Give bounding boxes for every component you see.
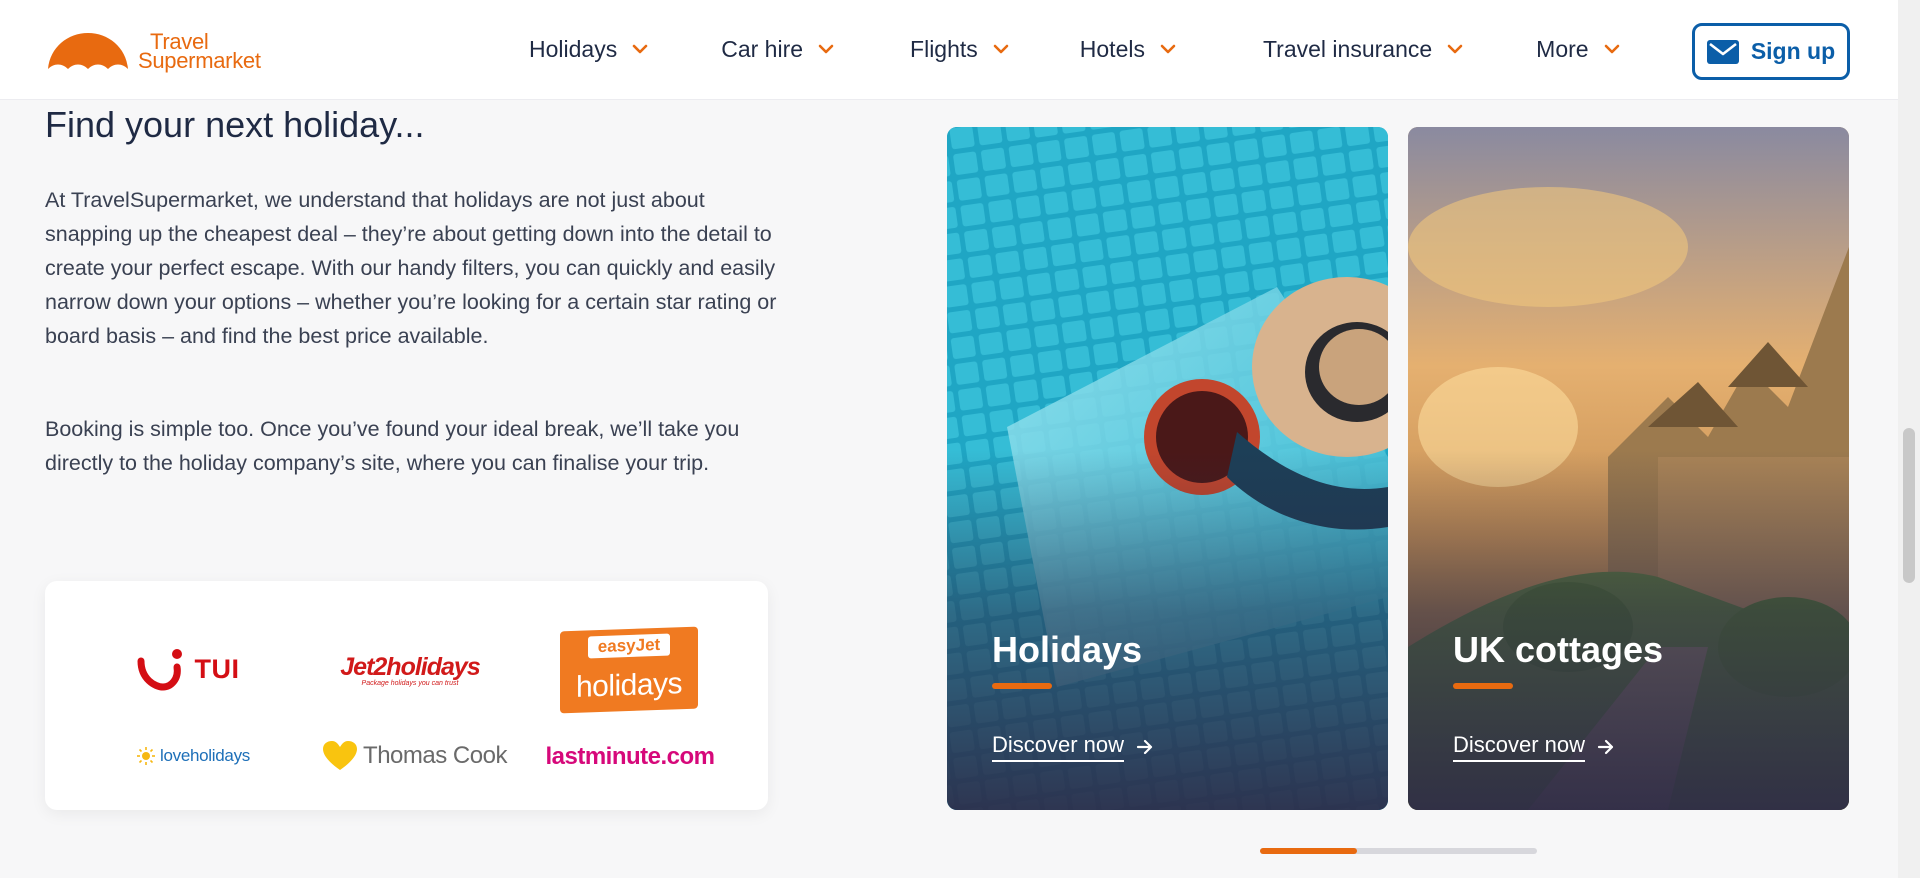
carousel-progress-fill xyxy=(1260,848,1357,854)
chevron-down-icon xyxy=(818,44,834,54)
uk-cottages-card[interactable]: UK cottages Discover now xyxy=(1408,127,1849,810)
nav-item-holidays[interactable]: Holidays xyxy=(529,36,649,63)
nav-item-label: Flights xyxy=(910,35,978,62)
arrow-right-icon xyxy=(1597,739,1614,755)
discover-now-label: Discover now xyxy=(1453,732,1586,762)
discover-now-label: Discover now xyxy=(992,732,1125,762)
logo-line2: Supermarket xyxy=(138,48,261,73)
chevron-down-icon xyxy=(993,44,1009,54)
holidays-card[interactable]: Holidays Discover now xyxy=(947,127,1388,810)
carousel-progress-bar[interactable] xyxy=(1260,848,1537,854)
card-title: UK cottages xyxy=(1453,629,1664,670)
title-underline xyxy=(1453,683,1513,689)
intro-paragraph-2: Booking is simple too. Once you’ve found… xyxy=(45,417,740,475)
jet2-wordmark: Jet2holidays xyxy=(340,653,480,681)
partner-logos-panel: TUI Jet2holidays Package holidays you ca… xyxy=(45,581,768,810)
easyjet-wordmark: easyJet xyxy=(587,633,671,659)
nav-item-travel-insurance[interactable]: Travel insurance xyxy=(1263,36,1464,63)
nav-item-label: Car hire xyxy=(721,35,804,62)
easyjet-badge: easyJet holidays xyxy=(560,626,698,714)
nav-item-label: More xyxy=(1536,35,1589,62)
loveholidays-logo: loveholidays xyxy=(123,741,263,771)
heart-icon xyxy=(323,741,358,770)
sign-up-button[interactable]: Sign up xyxy=(1692,23,1850,80)
loveholidays-wordmark: loveholidays xyxy=(160,746,250,765)
tui-smile-icon xyxy=(137,649,182,691)
chevron-down-icon xyxy=(632,44,648,54)
jet2-tagline: Package holidays you can trust xyxy=(361,680,459,687)
page-scrollbar[interactable] xyxy=(1898,0,1920,878)
main-nav: Holidays Car hire Flights Hotels Travel … xyxy=(529,0,1621,98)
nav-item-car-hire[interactable]: Car hire xyxy=(721,36,835,63)
travelsupermarket-logo[interactable]: Travel Supermarket xyxy=(44,28,261,74)
nav-item-label: Holidays xyxy=(529,35,618,62)
tui-logo: TUI xyxy=(133,641,243,697)
discover-now-link[interactable]: Discover now xyxy=(992,732,1154,762)
arrow-right-icon xyxy=(1136,739,1153,755)
chevron-down-icon xyxy=(1160,44,1176,54)
nav-item-flights[interactable]: Flights xyxy=(910,36,1010,63)
logo-wordmark: Travel Supermarket xyxy=(138,31,261,73)
section-heading: Find your next holiday... xyxy=(45,104,425,145)
sun-icon xyxy=(137,747,156,765)
envelope-icon xyxy=(1706,39,1739,64)
chevron-down-icon xyxy=(1604,44,1619,54)
site-header: Travel Supermarket Holidays Car hire Fli… xyxy=(0,0,1898,100)
tui-wordmark: TUI xyxy=(194,653,240,684)
card-title: Holidays xyxy=(992,629,1143,670)
lastminute-wordmark: lastminute.com xyxy=(545,743,715,770)
easyjet-holidays-logo: easyJet holidays xyxy=(559,626,699,714)
thomas-cook-logo: Thomas Cook xyxy=(315,736,515,776)
thomas-cook-wordmark: Thomas Cook xyxy=(363,742,507,769)
easyjet-holidays-text: holidays xyxy=(575,667,683,704)
scrollbar-thumb[interactable] xyxy=(1903,428,1915,583)
discover-now-link[interactable]: Discover now xyxy=(1453,732,1615,762)
nav-item-hotels[interactable]: Hotels xyxy=(1080,36,1177,63)
jet2holidays-logo: Jet2holidays Package holidays you can tr… xyxy=(335,645,485,695)
chevron-down-icon xyxy=(1447,44,1463,54)
umbrella-logo-icon xyxy=(48,33,128,69)
sign-up-label: Sign up xyxy=(1750,38,1836,64)
nav-item-label: Hotels xyxy=(1079,35,1145,62)
intro-paragraph-1: At TravelSupermarket, we understand that… xyxy=(45,188,777,348)
title-underline xyxy=(992,683,1052,689)
lastminute-logo: lastminute.com xyxy=(545,739,715,775)
nav-item-label: Travel insurance xyxy=(1262,35,1433,62)
nav-item-more[interactable]: More xyxy=(1536,36,1620,63)
